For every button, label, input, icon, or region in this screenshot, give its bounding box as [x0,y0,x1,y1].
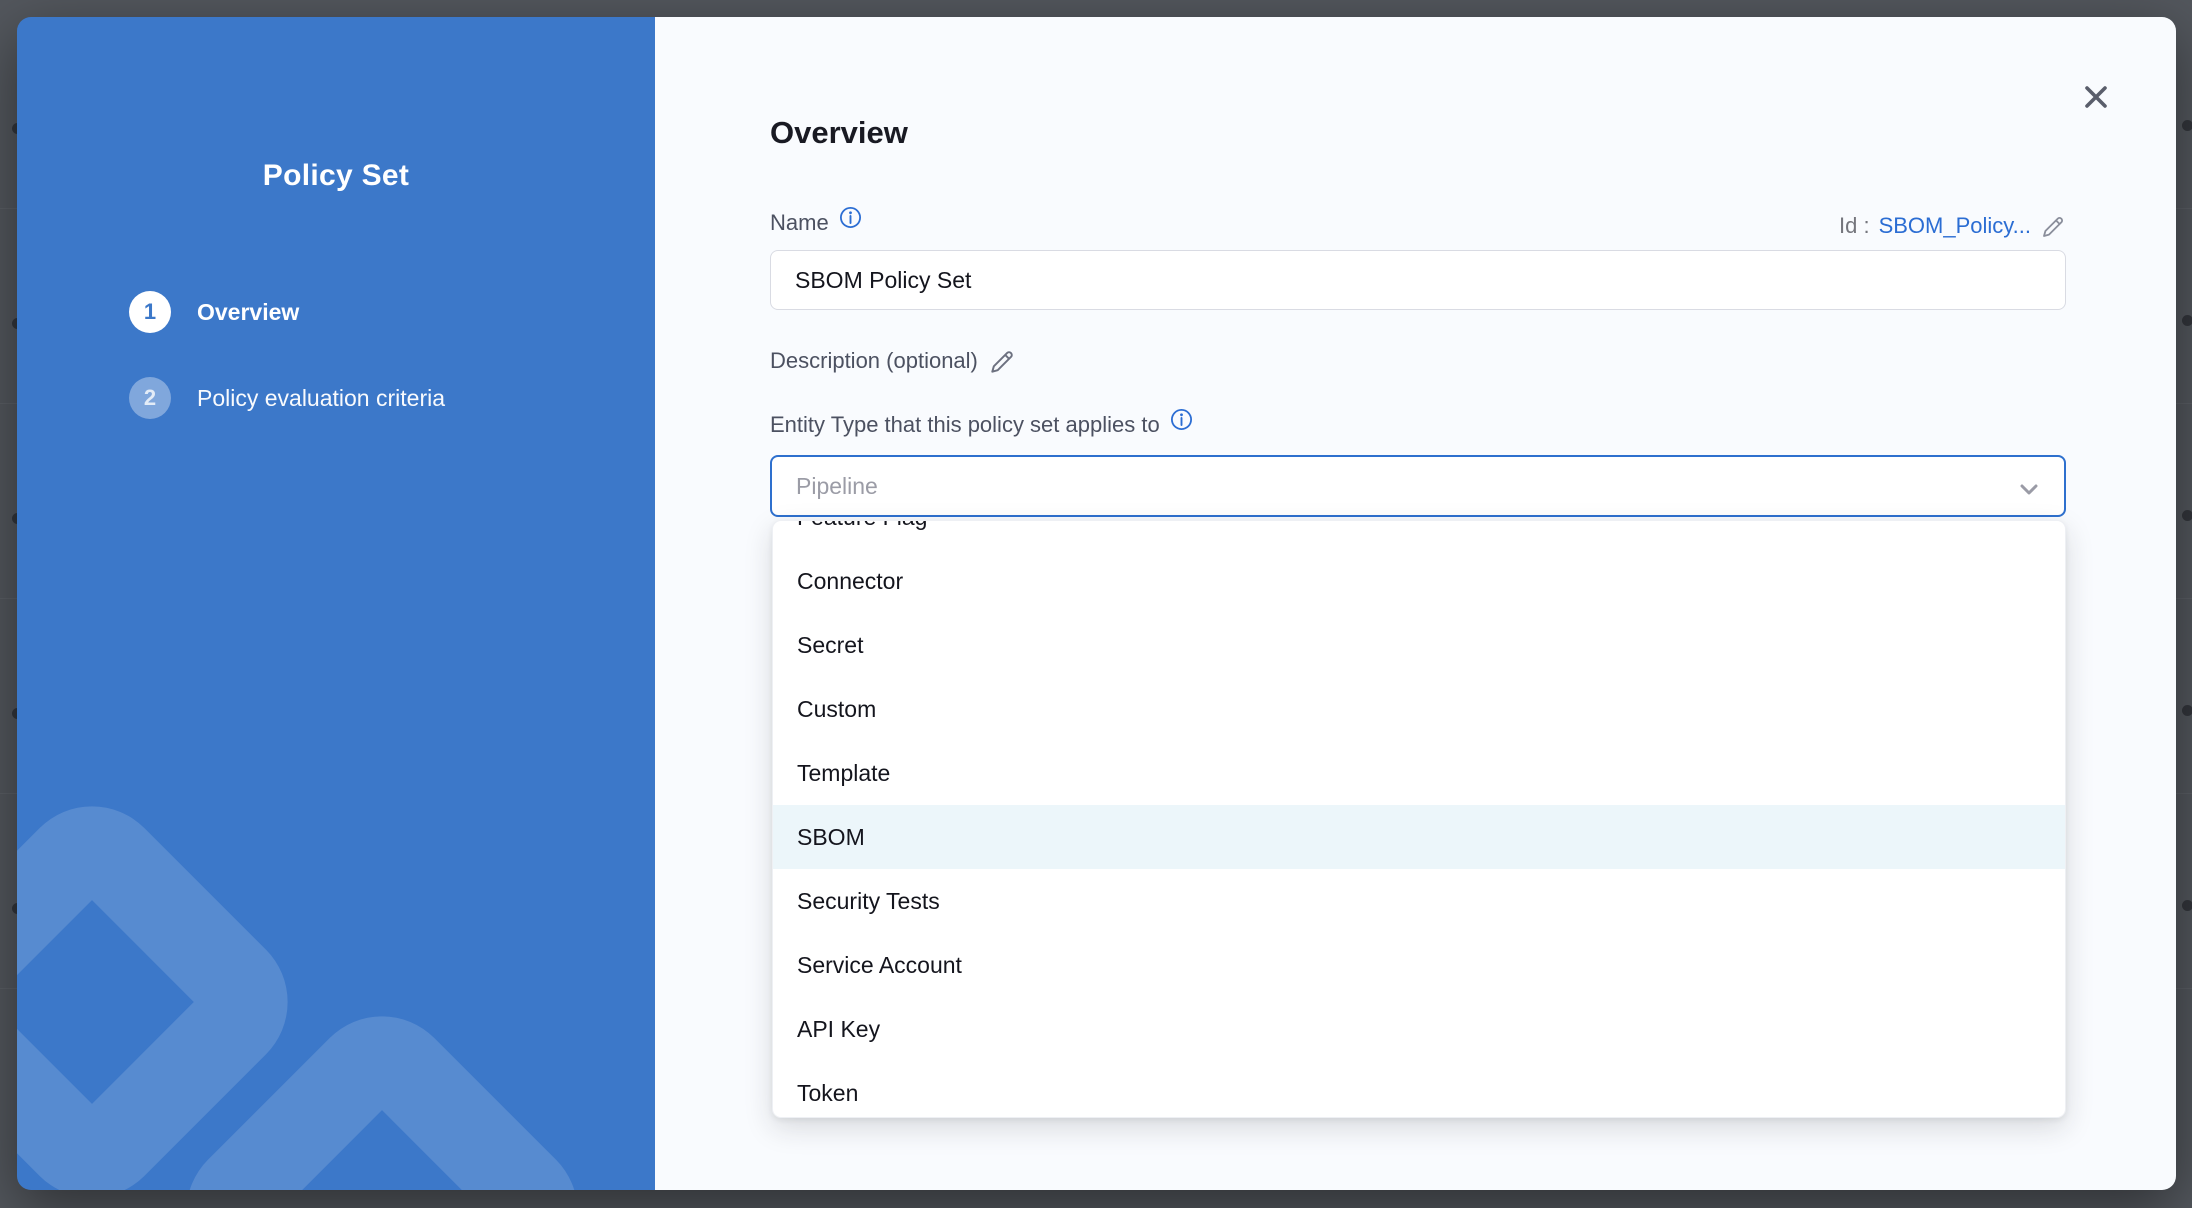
dropdown-option-sbom[interactable]: SBOM [773,805,2065,869]
dropdown-option-token[interactable]: Token [773,1061,2065,1118]
entity-type-select[interactable]: Pipeline [770,455,2066,517]
wizard-steps: 1 Overview 2 Policy evaluation criteria [129,291,445,419]
step-label: Overview [197,299,299,326]
background-row-icon [2182,900,2192,911]
name-info-icon[interactable] [839,206,862,229]
dropdown-option-custom[interactable]: Custom [773,677,2065,741]
background-row-icon [2182,705,2192,716]
description-edit-pencil-icon[interactable] [988,348,1016,376]
chevron-down-icon [2014,474,2044,504]
dropdown-option-api-key[interactable]: API Key [773,997,2065,1061]
wizard-sidebar: Policy Set 1 Overview 2 Policy evaluatio… [17,17,655,1190]
close-icon [2080,81,2112,113]
entity-type-dropdown: Feature Flag Connector Secret Custom Tem… [772,520,2066,1118]
step-number-badge: 1 [129,291,171,333]
background-row-icon [2182,120,2192,131]
panel-heading: Overview [770,115,908,151]
dropdown-option-connector[interactable]: Connector [773,549,2065,613]
wizard-title: Policy Set [17,159,655,193]
name-label: Name [770,210,829,236]
close-button[interactable] [2072,73,2120,121]
policy-set-modal: Policy Set 1 Overview 2 Policy evaluatio… [17,17,2176,1190]
dropdown-option-secret[interactable]: Secret [773,613,2065,677]
step-item-overview[interactable]: 1 Overview [129,291,445,333]
overview-form-panel: Overview Name Id : SBOM_Policy... [655,17,2176,1190]
step-number-badge: 2 [129,377,171,419]
dropdown-option-security-tests[interactable]: Security Tests [773,869,2065,933]
entity-type-info-icon[interactable] [1170,408,1193,431]
background-row-icon [2182,510,2192,521]
dropdown-option-service-account[interactable]: Service Account [773,933,2065,997]
dropdown-option-feature-flag[interactable]: Feature Flag [773,520,2065,549]
background-row-icon [2182,315,2192,326]
id-edit-pencil-icon[interactable] [2040,214,2066,240]
id-link[interactable]: SBOM_Policy... [1879,213,2031,239]
id-label: Id : [1839,213,1870,239]
description-label: Description (optional) [770,348,978,374]
entity-type-label: Entity Type that this policy set applies… [770,412,1160,438]
select-placeholder: Pipeline [796,473,878,500]
name-input[interactable] [770,250,2066,310]
step-item-policy-evaluation-criteria[interactable]: 2 Policy evaluation criteria [129,377,445,419]
step-label: Policy evaluation criteria [197,385,445,412]
dropdown-option-template[interactable]: Template [773,741,2065,805]
